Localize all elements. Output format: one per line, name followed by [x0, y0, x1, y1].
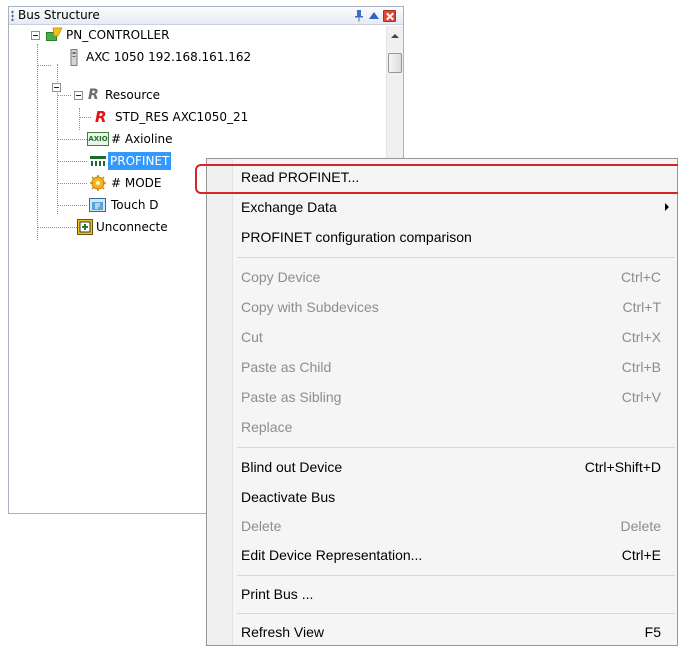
tree-item-resource[interactable]: R Resource — [9, 86, 379, 104]
controller-icon — [45, 27, 63, 43]
menu-item-profinet-configuration-comparison[interactable]: PROFINET configuration comparison — [209, 223, 675, 251]
menu-item-paste-as-child[interactable]: Paste as Child Ctrl+B — [209, 353, 675, 381]
menu-item-edit-device-representation[interactable]: Edit Device Representation... Ctrl+E — [209, 541, 675, 569]
menu-item-read-profinet[interactable]: Read PROFINET... — [209, 163, 675, 191]
plc-device-icon — [69, 49, 79, 66]
menu-item-label: Cut — [241, 329, 263, 345]
modbus-icon — [89, 174, 106, 191]
close-icon[interactable] — [383, 10, 396, 22]
menu-item-label: Deactivate Bus — [241, 489, 336, 505]
axioline-icon: AXIO — [87, 132, 109, 146]
tree-label: AXC 1050 192.168.161.162 — [86, 50, 252, 64]
menu-item-cut[interactable]: Cut Ctrl+X — [209, 323, 675, 351]
tree-item-axioline[interactable]: AXIO # Axioline — [9, 130, 379, 148]
menu-item-exchange-data[interactable]: Exchange Data — [209, 193, 675, 221]
menu-item-shortcut: Delete — [620, 518, 661, 534]
menu-item-label: Delete — [241, 518, 282, 534]
grip-icon[interactable] — [11, 10, 14, 21]
menu-separator — [237, 613, 675, 614]
menu-separator — [237, 575, 675, 576]
resource-icon: R — [88, 87, 99, 103]
menu-item-label: Print Bus ... — [241, 586, 314, 602]
menu-item-label: Copy with Subdevices — [241, 299, 379, 315]
scroll-up-icon[interactable] — [391, 34, 399, 38]
touch-panel-icon — [89, 198, 106, 212]
scroll-thumb[interactable] — [388, 53, 402, 73]
menu-item-print-bus[interactable]: Print Bus ... — [209, 580, 675, 608]
unconnected-icon — [77, 219, 93, 235]
menu-item-shortcut: Ctrl+X — [621, 329, 661, 345]
collapse-icon[interactable] — [74, 91, 83, 100]
tree-item-std-res[interactable]: R STD_RES AXC1050_21 — [9, 108, 379, 126]
menu-item-label: Replace — [241, 419, 293, 435]
tree-label: STD_RES AXC1050_21 — [115, 110, 249, 124]
pin-icon[interactable] — [353, 9, 365, 22]
menu-item-copy-device[interactable]: Copy Device Ctrl+C — [209, 263, 675, 291]
menu-item-delete[interactable]: Delete Delete — [209, 512, 675, 540]
tree-label: # MODE — [111, 176, 162, 190]
menu-item-paste-as-sibling[interactable]: Paste as Sibling Ctrl+V — [209, 383, 675, 411]
tree-label: Resource — [105, 88, 161, 102]
tree-label-selected: PROFINET — [108, 152, 172, 170]
tree-item-pn-controller[interactable]: PN_CONTROLLER — [9, 26, 379, 44]
menu-item-label: Exchange Data — [241, 199, 337, 215]
menu-item-label: Paste as Child — [241, 359, 332, 375]
menu-item-shortcut: Ctrl+B — [621, 359, 661, 375]
panel-title-bar: Bus Structure — [9, 7, 403, 25]
menu-item-label: PROFINET configuration comparison — [241, 229, 472, 245]
menu-separator — [237, 447, 675, 448]
menu-item-label: Edit Device Representation... — [241, 547, 423, 563]
menu-item-shortcut: Ctrl+E — [621, 547, 661, 563]
tree-label: Touch D — [111, 198, 159, 212]
menu-item-blind-out-device[interactable]: Blind out Device Ctrl+Shift+D — [209, 453, 675, 481]
panel-title: Bus Structure — [18, 8, 100, 22]
menu-item-label: Paste as Sibling — [241, 389, 342, 405]
tree-label: PN_CONTROLLER — [66, 28, 170, 42]
menu-item-label: Copy Device — [241, 269, 321, 285]
caret-up-icon[interactable] — [368, 9, 380, 22]
menu-item-refresh-view[interactable]: Refresh View F5 — [209, 618, 675, 646]
tree-label: Unconnecte — [96, 220, 168, 234]
menu-item-shortcut: F5 — [644, 624, 661, 640]
menu-item-deactivate-bus[interactable]: Deactivate Bus — [209, 483, 675, 511]
menu-item-shortcut: Ctrl+C — [620, 269, 661, 285]
std-res-icon: R — [95, 108, 107, 126]
menu-item-label: Blind out Device — [241, 459, 343, 475]
menu-item-shortcut: Ctrl+T — [622, 299, 662, 315]
menu-item-label: Read PROFINET... — [241, 169, 360, 185]
menu-item-label: Refresh View — [241, 624, 325, 640]
collapse-icon[interactable] — [31, 31, 40, 40]
menu-separator — [237, 257, 675, 258]
menu-item-shortcut: Ctrl+V — [621, 389, 661, 405]
menu-item-replace[interactable]: Replace — [209, 413, 675, 441]
tree-label: # Axioline — [111, 132, 173, 146]
menu-item-shortcut: Ctrl+Shift+D — [584, 459, 661, 475]
profinet-icon — [89, 154, 107, 170]
context-menu: Read PROFINET... Exchange Data PROFINET … — [195, 158, 678, 646]
submenu-arrow-icon — [665, 203, 669, 211]
menu-item-copy-with-subdevices[interactable]: Copy with Subdevices Ctrl+T — [209, 293, 675, 321]
tree-item-axc-1050[interactable]: AXC 1050 192.168.161.162 — [9, 48, 379, 66]
